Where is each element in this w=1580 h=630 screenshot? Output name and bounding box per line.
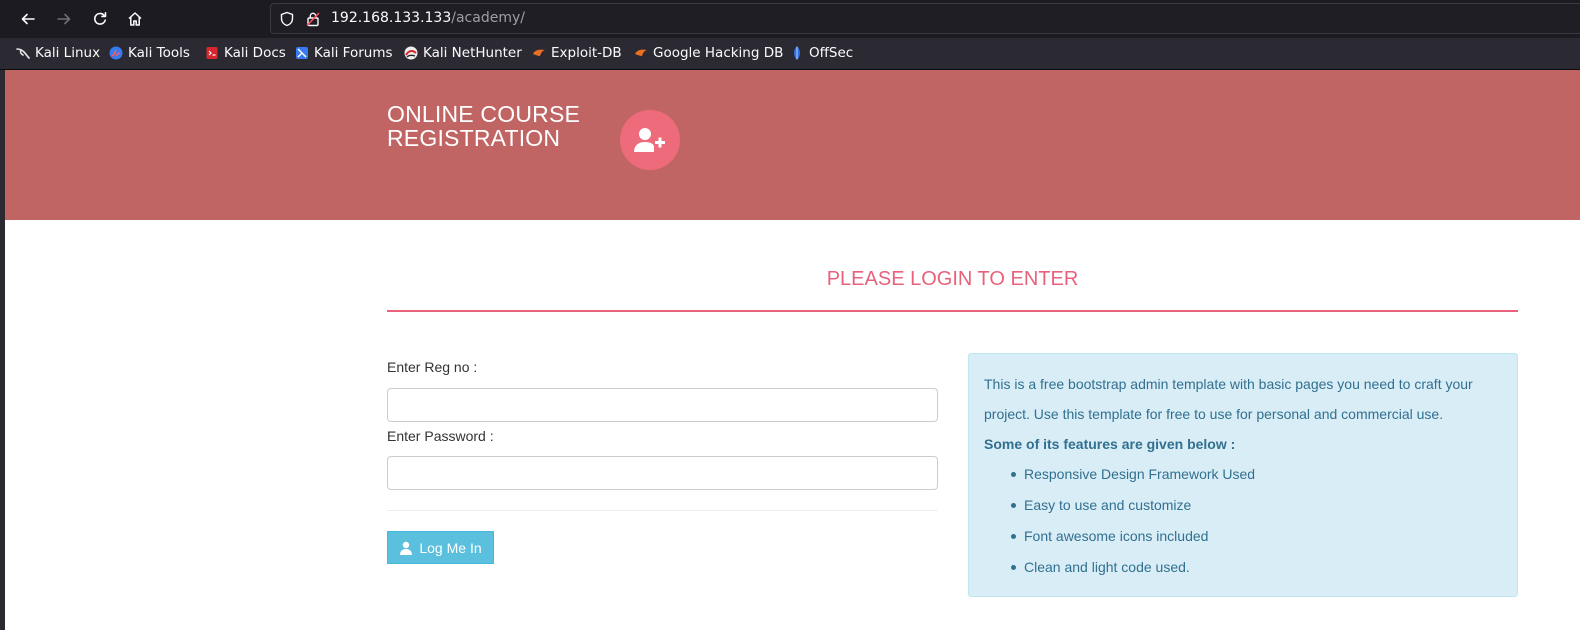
url-host: 192.168.133.133: [331, 10, 452, 26]
address-bar[interactable]: 192.168.133.133/academy/: [270, 3, 1580, 34]
bookmark-kali-forums[interactable]: Kali Forums: [295, 44, 393, 62]
bookmark-google-hacking-db[interactable]: Google Hacking DB: [634, 44, 783, 62]
home-icon: [128, 12, 142, 26]
ghdb-icon: [635, 49, 647, 56]
bookmark-kali-tools[interactable]: Kali Tools: [109, 44, 190, 62]
arrow-left-icon: [21, 13, 35, 25]
user-icon: [400, 541, 413, 555]
brand-line-2: REGISTRATION: [387, 125, 561, 151]
password-input[interactable]: [387, 456, 938, 490]
bookmark-offsec[interactable]: OffSec: [790, 44, 853, 62]
login-heading: PLEASE LOGIN TO ENTER: [826, 268, 1079, 290]
user-plus-icon: [634, 128, 665, 152]
kali-docs-icon: [206, 47, 218, 59]
page-content: ONLINE COURSE REGISTRATION PLEASE LOGIN …: [5, 70, 1580, 630]
list-item: Clean and light code used.: [1010, 552, 1255, 583]
url-path: /academy/: [451, 10, 525, 26]
offsec-icon: [794, 46, 800, 60]
bookmark-label: Kali Docs: [224, 45, 286, 61]
bookmark-label: OffSec: [809, 45, 854, 61]
arrow-right-icon: [57, 13, 71, 25]
browser-toolbar: 192.168.133.133/academy/: [0, 0, 1580, 38]
bookmarks-toolbar: Kali Linux Kali Tools Kali Docs Kali For…: [0, 38, 1580, 70]
bookmark-kali-linux[interactable]: Kali Linux: [16, 44, 100, 62]
bookmark-kali-nethunter[interactable]: Kali NetHunter: [404, 44, 522, 62]
heading-divider: [387, 310, 1518, 312]
bookmark-label: Google Hacking DB: [653, 45, 784, 61]
regno-input[interactable]: [387, 388, 938, 422]
kali-nethunter-icon: [404, 46, 418, 60]
tracking-shield-icon[interactable]: [279, 11, 295, 27]
info-alert: This is a free bootstrap admin template …: [968, 353, 1518, 597]
home-button[interactable]: [124, 8, 146, 30]
regno-label: Enter Reg no :: [387, 359, 478, 375]
bookmark-label: Kali Tools: [128, 45, 190, 61]
bookmark-exploit-db[interactable]: Exploit-DB: [532, 44, 622, 62]
features-list: Responsive Design Framework Used Easy to…: [984, 459, 1255, 583]
url-text[interactable]: 192.168.133.133/academy/: [331, 10, 525, 26]
password-label: Enter Password :: [387, 428, 494, 444]
kali-dragon-icon: [16, 48, 30, 59]
brand-line-1: ONLINE COURSE: [387, 101, 581, 127]
exploit-db-icon: [533, 49, 545, 56]
kali-tools-icon: [109, 46, 123, 60]
bookmark-label: Kali Linux: [35, 45, 101, 61]
bookmark-label: Exploit-DB: [551, 45, 622, 61]
list-item: Easy to use and customize: [1010, 490, 1255, 521]
site-brand[interactable]: ONLINE COURSE REGISTRATION: [387, 102, 580, 150]
kali-forums-icon: [296, 47, 308, 59]
bookmark-kali-docs[interactable]: Kali Docs: [205, 44, 286, 62]
features-title: Some of its features are given below :: [984, 436, 1236, 452]
reload-button[interactable]: [89, 8, 111, 30]
header-banner: ONLINE COURSE REGISTRATION: [5, 70, 1580, 220]
reload-icon: [94, 12, 107, 25]
brand-logo: [620, 110, 680, 170]
list-item: Font awesome icons included: [1010, 521, 1255, 552]
back-button[interactable]: [17, 8, 39, 30]
forward-button[interactable]: [53, 8, 75, 30]
list-item: Responsive Design Framework Used: [1010, 459, 1255, 490]
bookmark-label: Kali NetHunter: [423, 45, 522, 61]
insecure-lock-icon[interactable]: [305, 11, 321, 27]
bookmark-label: Kali Forums: [314, 45, 393, 61]
info-intro: This is a free bootstrap admin template …: [984, 376, 1473, 422]
login-button-label: Log Me In: [419, 539, 482, 556]
login-button[interactable]: Log Me In: [387, 531, 494, 564]
form-divider: [387, 510, 938, 511]
